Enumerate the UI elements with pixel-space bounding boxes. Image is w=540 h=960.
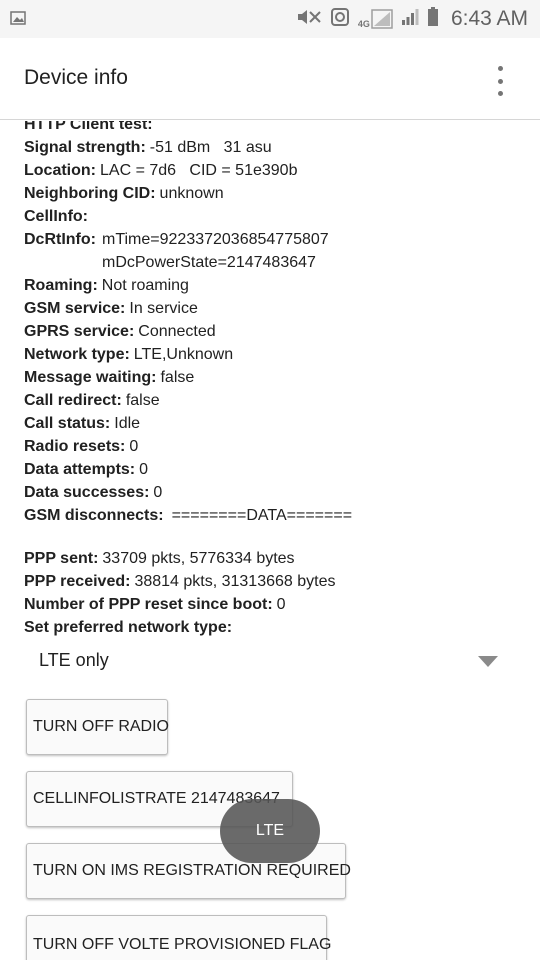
info-row-ppp-received: PPP received: 38814 pkts, 31313668 bytes: [24, 573, 336, 590]
info-row-data-attempts: Data attempts: 0: [24, 461, 149, 478]
battery-icon: [427, 6, 439, 32]
info-row-network-type: Network type: LTE,Unknown: [24, 346, 234, 363]
volte-provisioned-button[interactable]: TURN OFF VOLTE PROVISIONED FLAG: [26, 915, 331, 960]
network-badge: 4G: [357, 19, 370, 29]
spinner-selected-value: LTE only: [39, 650, 109, 670]
info-row-gsm-service: GSM service: In service: [24, 300, 198, 317]
image-icon: [10, 11, 26, 30]
data-saver-icon: [330, 7, 350, 32]
overflow-menu-icon[interactable]: [488, 66, 512, 96]
info-row-data-successes: Data successes: 0: [24, 484, 163, 501]
info-row-signal-strength: Signal strength: -51 dBm 31 asu: [24, 139, 272, 156]
preferred-network-spinner[interactable]: LTE only: [24, 644, 504, 680]
info-row-message-waiting: Message waiting: false: [24, 369, 195, 386]
info-row-radio-resets: Radio resets: 0: [24, 438, 139, 455]
dropdown-arrow-icon: [478, 656, 498, 667]
mute-icon: [296, 7, 322, 32]
lte-signal-icon: 4G: [358, 9, 393, 29]
status-bar: 4G 6:43 AM: [0, 0, 540, 38]
info-row-location: Location: LAC = 7d6 CID = 51e390b: [24, 162, 298, 179]
signal-icon: [401, 8, 419, 31]
toast-message: LTE: [220, 799, 320, 863]
clock: 6:43 AM: [450, 7, 528, 30]
info-list: HTTP Client test: Signal strength: -51 dB…: [24, 121, 524, 639]
info-row-call-redirect: Call redirect: false: [24, 392, 160, 409]
page-title: Device info: [24, 66, 128, 89]
status-icons: 4G 6:43 AM: [296, 0, 528, 38]
preferred-network-label: Set preferred network type:: [24, 619, 233, 636]
turn-off-radio-button[interactable]: TURN OFF RADIO: [26, 699, 169, 755]
info-row-dcrtinfo: DcRtInfo: mTime=9223372036854775807 mDcP…: [24, 231, 329, 271]
info-row-gprs-service: GPRS service: Connected: [24, 323, 216, 340]
info-row-roaming: Roaming: Not roaming: [24, 277, 189, 294]
info-row-cellinfo: CellInfo:: [24, 208, 88, 225]
info-row-ppp-reset: Number of PPP reset since boot: 0: [24, 596, 286, 613]
app-bar: Device info: [0, 38, 540, 120]
device-info-content[interactable]: HTTP Client test: Signal strength: -51 dB…: [0, 121, 540, 960]
info-row-ppp-sent: PPP sent: 33709 pkts, 5776334 bytes: [24, 550, 295, 567]
info-row-call-status: Call status: Idle: [24, 415, 141, 432]
info-row-neighboring-cid: Neighboring CID: unknown: [24, 185, 224, 202]
info-row-gsm-disconnects: GSM disconnects: ========DATA=======: [24, 507, 353, 524]
info-row-http-client-test: HTTP Client test:: [24, 121, 153, 133]
